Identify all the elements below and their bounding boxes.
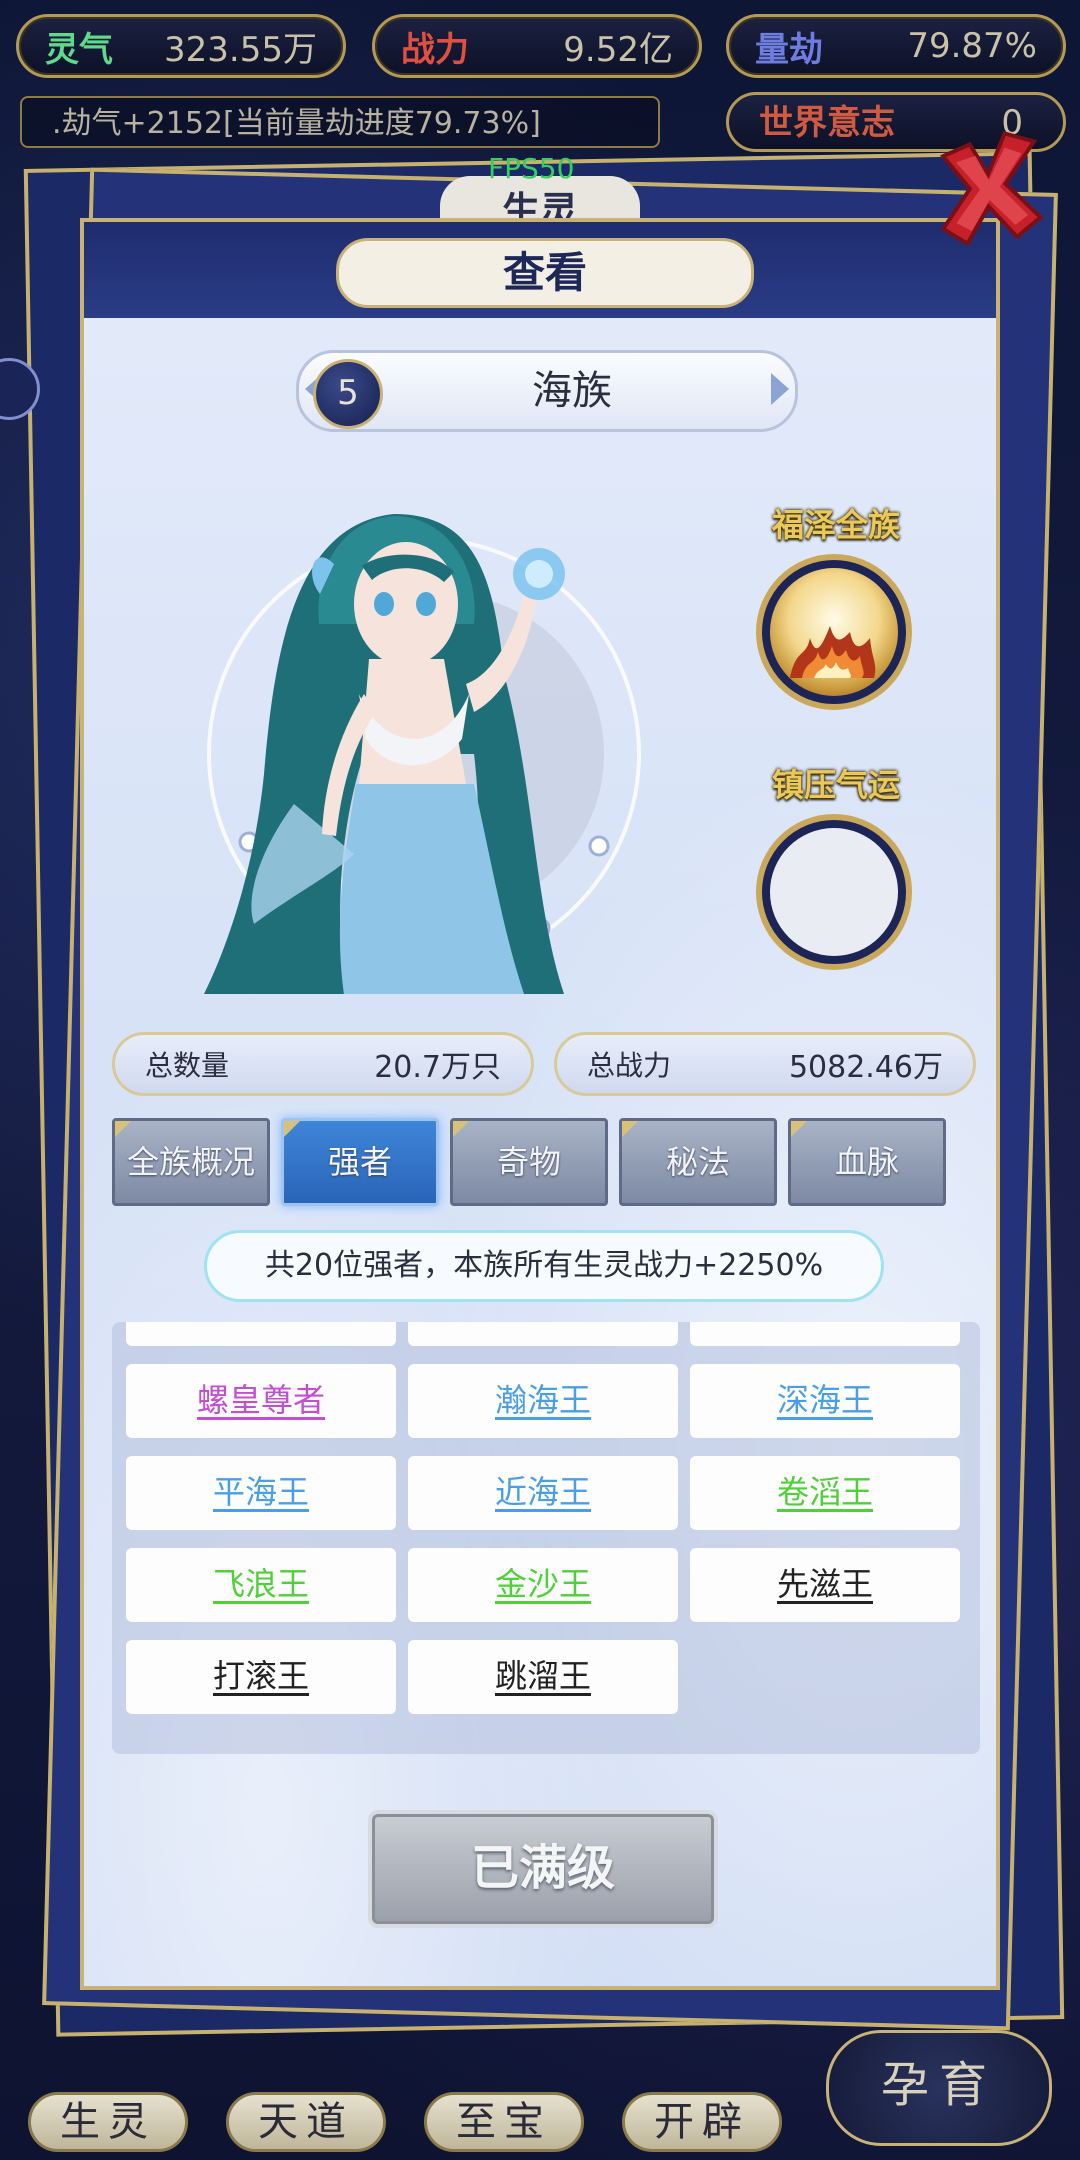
champion-cell[interactable]: 卷滔王 <box>690 1456 960 1530</box>
resource-calamity-label: 量劫 <box>755 29 823 70</box>
resource-calamity[interactable]: 量劫 79.87% <box>726 14 1066 78</box>
stat-total-count-label: 总数量 <box>145 1049 230 1082</box>
champion-cell-partial[interactable] <box>408 1322 678 1346</box>
world-will-label: 世界意志 <box>759 103 895 143</box>
champion-cell[interactable]: 金沙王 <box>408 1548 678 1622</box>
stat-total-count-value: 20.7万只 <box>374 1050 501 1085</box>
champion-cell[interactable]: 近海王 <box>408 1456 678 1530</box>
event-log: .劫气+2152[当前量劫进度79.73%] <box>20 96 660 148</box>
race-selector[interactable]: 5 海族 <box>296 350 798 432</box>
buff-slot-suppress[interactable] <box>756 814 912 970</box>
champion-name: 深海王 <box>776 1381 873 1419</box>
champion-name: 近海王 <box>494 1473 591 1511</box>
game-screen: 灵气 323.55万 战力 9.52亿 量劫 79.87% .劫气+2152[当… <box>0 0 1080 2160</box>
tab-champions[interactable]: 强者 <box>281 1118 439 1206</box>
champion-name: 金沙王 <box>494 1565 591 1603</box>
tab-bloodline[interactable]: 血脉 <box>788 1118 946 1206</box>
champion-cell[interactable]: 平海王 <box>126 1456 396 1530</box>
champion-cell[interactable]: 跳溜王 <box>408 1640 678 1714</box>
resource-power-label: 战力 <box>401 29 469 70</box>
champion-name: 瀚海王 <box>494 1381 591 1419</box>
dialog-header: 查看 <box>84 222 996 318</box>
resource-spirit-label: 灵气 <box>45 29 113 70</box>
champion-name: 卷滔王 <box>776 1473 873 1511</box>
buff-title-bless: 福泽全族 <box>771 506 900 544</box>
stat-total-power: 总战力 5082.46万 <box>554 1032 976 1096</box>
champion-cell[interactable]: 打滚王 <box>126 1640 396 1714</box>
category-tabs: 全族概况 强者 奇物 秘法 血脉 <box>112 1118 976 1208</box>
champion-name: 平海王 <box>212 1473 309 1511</box>
stat-total-power-value: 5082.46万 <box>788 1050 943 1085</box>
champion-cell-partial[interactable] <box>126 1322 396 1346</box>
nav-heaven-dao[interactable]: 天道 <box>226 2092 386 2152</box>
champion-name: 打滚王 <box>212 1657 309 1695</box>
champion-cell[interactable]: 飞浪王 <box>126 1548 396 1622</box>
champion-cell[interactable]: 深海王 <box>690 1364 960 1438</box>
champion-grid[interactable]: 螺皇尊者 瀚海王 深海王 平海王 近海王 卷滔王 飞浪王 金沙王 先滋王 打滚王… <box>112 1322 980 1754</box>
flame-icon <box>770 568 898 696</box>
resource-spirit[interactable]: 灵气 323.55万 <box>16 14 346 78</box>
resource-power-value: 9.52亿 <box>563 29 673 70</box>
buff-slot-bless[interactable] <box>756 554 912 710</box>
tab-overview[interactable]: 全族概况 <box>112 1118 270 1206</box>
champion-cell[interactable]: 先滋王 <box>690 1548 960 1622</box>
resource-power[interactable]: 战力 9.52亿 <box>372 14 702 78</box>
champion-name: 跳溜王 <box>494 1657 591 1695</box>
stat-total-power-label: 总战力 <box>587 1049 672 1082</box>
tab-secret-arts[interactable]: 秘法 <box>619 1118 777 1206</box>
arrow-right-icon[interactable] <box>771 373 789 405</box>
champion-cell-partial[interactable] <box>690 1322 960 1346</box>
nav-breed[interactable]: 孕育 <box>826 2030 1052 2146</box>
race-level-badge: 5 <box>313 359 383 429</box>
dialog-title: 查看 <box>336 238 754 308</box>
champion-cell[interactable]: 瀚海王 <box>408 1364 678 1438</box>
max-level-button[interactable]: 已满级 <box>368 1810 718 1928</box>
race-name: 海族 <box>532 368 612 414</box>
race-portrait <box>144 454 684 994</box>
fps-counter: FPS50 <box>488 152 575 185</box>
champion-name: 先滋王 <box>776 1565 873 1603</box>
nav-genesis[interactable]: 开辟 <box>622 2092 782 2152</box>
champion-name: 螺皇尊者 <box>196 1381 325 1419</box>
champion-cell[interactable]: 螺皇尊者 <box>126 1364 396 1438</box>
nav-treasure[interactable]: 至宝 <box>424 2092 584 2152</box>
champion-name: 飞浪王 <box>212 1565 309 1603</box>
empty-slot <box>770 828 898 956</box>
resource-spirit-value: 323.55万 <box>164 29 317 70</box>
buff-title-suppress: 镇压气运 <box>771 766 900 804</box>
resource-calamity-value: 79.87% <box>907 26 1037 66</box>
nav-creatures[interactable]: 生灵 <box>28 2092 188 2152</box>
close-icon[interactable] <box>922 120 1058 256</box>
race-view-dialog: 查看 5 海族 福泽全族 镇压气运 总数量 20.7万只 总战力 5082.46… <box>80 218 1000 1990</box>
stat-total-count: 总数量 20.7万只 <box>112 1032 534 1096</box>
champions-summary: 共20位强者，本族所有生灵战力+2250% <box>204 1230 884 1302</box>
tab-treasures[interactable]: 奇物 <box>450 1118 608 1206</box>
